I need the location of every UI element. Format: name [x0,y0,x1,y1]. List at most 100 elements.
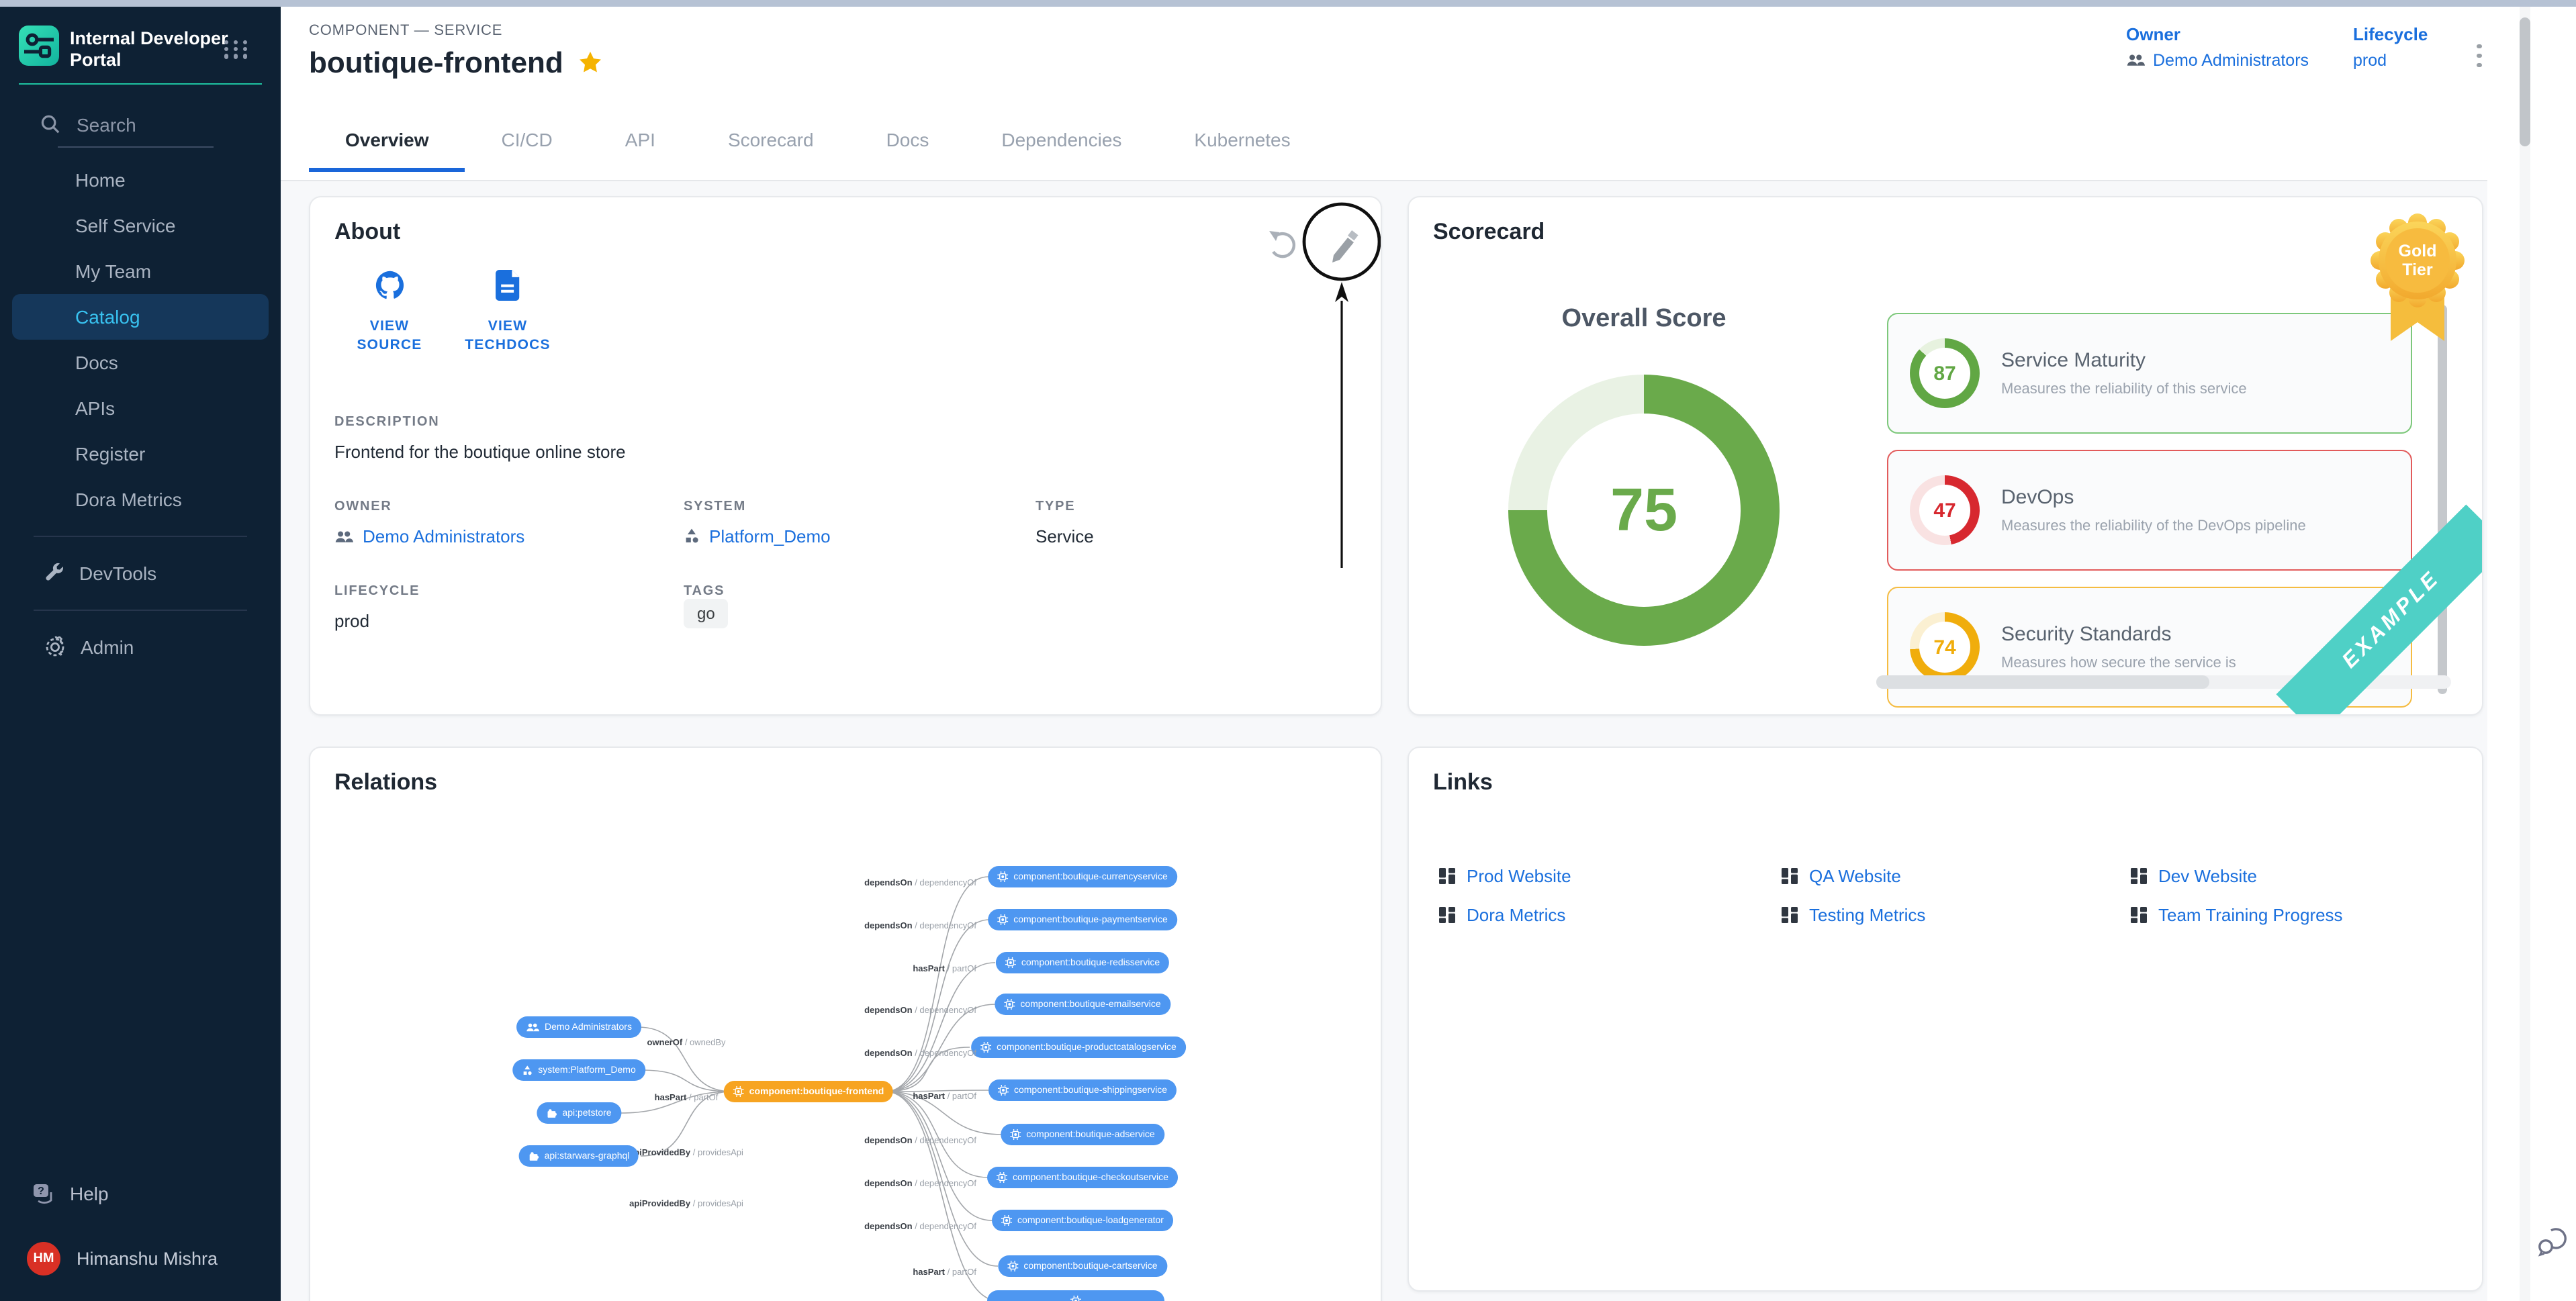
sidebar-item-apis[interactable]: APIs [12,385,269,430]
graph-node-demo-administrators[interactable]: Demo Administrators [516,1016,641,1038]
tab-ci-cd[interactable]: CI/CD [465,99,589,180]
link-qa-website[interactable]: QA Website [1781,866,2130,886]
tab-dependencies[interactable]: Dependencies [965,99,1158,180]
sidebar-item-register[interactable]: Register [12,430,269,476]
more-options-kebab-icon[interactable] [2471,38,2487,73]
portal-title: Internal Developer Portal [70,28,228,70]
grid-icon [2130,867,2148,885]
chip-icon [1010,1129,1021,1140]
sidebar-item-catalog[interactable]: Catalog [12,293,269,339]
tab-label: Kubernetes [1194,129,1290,150]
tab-scorecard[interactable]: Scorecard [692,99,850,180]
tab-api[interactable]: API [589,99,692,180]
tag-chip[interactable]: go [684,599,729,628]
tab-docs[interactable]: Docs [850,99,966,180]
refresh-icon[interactable] [1269,231,1294,256]
tab-overview[interactable]: Overview [309,99,465,180]
chip-icon [997,914,1008,925]
graph-node-component-boutique-adservice[interactable]: component:boutique-adservice [1001,1124,1164,1145]
links-heading: Links [1433,769,1493,796]
graph-node-system-platform-demo[interactable]: system:Platform_Demo [512,1059,645,1081]
sidebar-item-docs[interactable]: Docs [12,339,269,385]
favorite-star-icon[interactable] [578,50,604,75]
wrench-icon [44,563,64,583]
link-dev-website[interactable]: Dev Website [2130,866,2452,886]
apps-grid-icon[interactable] [224,40,250,58]
user-menu[interactable]: HM Himanshu Mishra [27,1241,218,1275]
grid-icon [2130,906,2148,924]
score-item-devops[interactable]: 47DevOpsMeasures the reliability of the … [1887,450,2412,571]
graph-node-api-starwars-graphql[interactable]: api:starwars-graphql [519,1145,639,1167]
sidebar-item-help[interactable]: ? Help [32,1182,109,1204]
window-scrollbar-thumb[interactable] [2520,17,2530,146]
scorecard-vertical-scrollbar[interactable] [2438,305,2447,694]
link-testing-metrics[interactable]: Testing Metrics [1781,905,2130,925]
sidebar-item-label: DevTools [79,562,156,583]
quick-link-view-techdocs[interactable]: VIEWTECHDOCS [453,270,563,354]
graph-node-component-boutique-checkoutservice[interactable]: component:boutique-checkoutservice [987,1167,1178,1188]
scorecard-card: Scorecard Overall Score 75 87Service Mat… [1408,196,2483,716]
graph-node-component-boutique-emailservice[interactable]: component:boutique-emailservice [995,994,1170,1015]
field-label: SYSTEM [684,499,1036,514]
graph-node-label: component:boutique-frontend [749,1087,884,1096]
people-icon [2126,52,2145,67]
svg-text:Tier: Tier [2402,260,2433,279]
quick-link-view-source[interactable]: VIEWSOURCE [334,270,445,354]
field-value-link[interactable]: Platform_Demo [684,526,1036,546]
sidebar-item-dora-metrics[interactable]: Dora Metrics [12,476,269,522]
graph-node-api-petstore[interactable]: api:petstore [537,1102,620,1124]
graph-node-component-boutique-frontend[interactable]: component:boutique-frontend [724,1081,894,1102]
link-label: Testing Metrics [1809,905,1925,925]
graph-node-clipped[interactable] [987,1290,1164,1301]
sidebar-item-admin[interactable]: Admin [12,624,269,669]
search-input[interactable]: Search [40,113,136,135]
chip-icon [1007,1261,1018,1271]
owner-label: Owner [2126,23,2309,44]
graph-node-component-boutique-paymentservice[interactable]: component:boutique-paymentservice [988,909,1177,930]
grid-icon [1781,906,1798,924]
graph-edge-label: dependsOn / dependencyOf [864,1006,976,1016]
score-item-service-maturity[interactable]: 87Service MaturityMeasures the reliabili… [1887,313,2412,434]
gear-icon [44,636,66,657]
field-value: go [684,599,1036,628]
graph-node-component-boutique-productcatalogservice[interactable]: component:boutique-productcatalogservice [971,1037,1186,1058]
sidebar-item-devtools[interactable]: DevTools [12,550,269,595]
link-prod-website[interactable]: Prod Website [1438,866,1781,886]
people-icon [526,1022,539,1032]
graph-node-component-boutique-shippingservice[interactable]: component:boutique-shippingservice [988,1079,1177,1101]
link-team-training-progress[interactable]: Team Training Progress [2130,905,2452,925]
graph-node-component-boutique-loadgenerator[interactable]: component:boutique-loadgenerator [992,1210,1173,1231]
lifecycle-value: prod [2353,50,2387,69]
graph-node-component-boutique-cartservice[interactable]: component:boutique-cartservice [998,1255,1166,1277]
edit-pencil-icon[interactable] [1332,230,1359,262]
field-value-link[interactable]: Demo Administrators [334,526,684,546]
docs-icon [495,270,520,301]
field-owner: OWNERDemo Administrators [334,499,684,546]
field-description: DESCRIPTIONFrontend for the boutique onl… [334,415,1356,462]
overall-score-gauge: 75 [1508,375,1780,646]
field-value: Demo Administrators [363,526,524,546]
score-ring: 87 [1910,338,1980,408]
link-dora-metrics[interactable]: Dora Metrics [1438,905,1781,925]
tab-kubernetes[interactable]: Kubernetes [1158,99,1326,180]
sidebar-item-home[interactable]: Home [12,156,269,202]
sidebar-divider [34,535,247,536]
graph-node-label: component:boutique-shippingservice [1014,1086,1167,1095]
relations-graph: Demo AdministratorsownerOf / ownedBysyst… [310,748,1381,1301]
chat-feedback-icon[interactable] [2537,1225,2569,1263]
field-label: TYPE [1036,499,1356,514]
field-value: prod [334,611,684,631]
portal-logo-icon[interactable] [19,25,59,65]
system-icon [684,528,700,545]
graph-node-label: system:Platform_Demo [538,1065,636,1075]
owner-link[interactable]: Demo Administrators [2126,50,2309,69]
sidebar-item-self-service[interactable]: Self Service [12,202,269,248]
window-scrollbar[interactable] [2520,6,2530,1301]
link-label: Team Training Progress [2158,905,2343,925]
graph-node-component-boutique-currencyservice[interactable]: component:boutique-currencyservice [988,866,1177,887]
sidebar-item-my-team[interactable]: My Team [12,248,269,293]
search-placeholder: Search [77,113,136,135]
about-card: About VIEWSOURCEVIEWTECHDOCS DESCRIPTION… [309,196,1382,716]
graph-edge-label: dependsOn / dependencyOf [864,1222,976,1232]
graph-node-component-boutique-redisservice[interactable]: component:boutique-redisservice [996,952,1169,973]
